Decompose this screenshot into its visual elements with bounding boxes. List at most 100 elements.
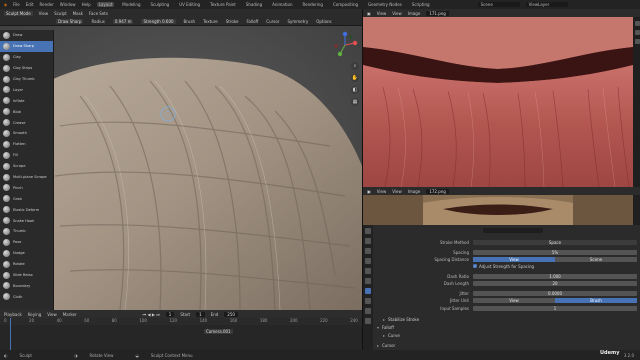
image-tool-icon-1[interactable] — [634, 21, 640, 26]
jitter-field[interactable]: 0.0000 — [473, 290, 637, 296]
viewlayer-selector[interactable]: ViewLayer — [525, 2, 568, 7]
workspace-tab-uv-editing[interactable]: UV Editing — [177, 2, 202, 7]
navigation-gizmo[interactable] — [330, 30, 360, 60]
spacing-distance-scene-option[interactable]: Scene — [555, 256, 637, 262]
brush-item[interactable]: Crease — [0, 117, 53, 128]
brush-item[interactable]: Boundary — [0, 280, 53, 291]
workspace-tab-modeling[interactable]: Modeling — [120, 2, 142, 7]
falloff-panel[interactable]: ▾ Falloff — [377, 324, 637, 330]
blender-logo-icon[interactable]: ◈ — [4, 2, 7, 7]
brush-item[interactable]: Clay — [0, 52, 53, 63]
start-frame-field[interactable]: 1 — [196, 311, 205, 317]
image2-name-field[interactable]: 172.png — [426, 188, 449, 194]
image-tool-icon-3[interactable] — [634, 39, 640, 44]
brush-item[interactable]: Pose — [0, 237, 53, 248]
camera-icon[interactable]: ◧ — [351, 86, 359, 94]
workspace-tab-geometry-nodes[interactable]: Geometry Nodes — [366, 2, 404, 7]
menu-window[interactable]: Window — [60, 2, 76, 7]
pan-hand-icon[interactable]: ✋ — [351, 74, 359, 82]
menu-view[interactable]: View — [39, 11, 49, 16]
workspace-tab-shading[interactable]: Shading — [244, 2, 264, 7]
workspace-tab-compositing[interactable]: Compositing — [331, 2, 360, 7]
brush-item[interactable]: Pinch — [0, 182, 53, 193]
brush-item[interactable]: Thumb — [0, 226, 53, 237]
brush-item[interactable]: Draw — [0, 30, 53, 41]
frame-ruler[interactable]: 0 20 40 60 80 100 120 140 160 180 200 220 240 — [0, 318, 362, 325]
zoom-icon[interactable]: ⌕ — [351, 62, 359, 70]
brush-item[interactable]: Slide Relax — [0, 270, 53, 281]
brush-item[interactable]: Flatten — [0, 139, 53, 150]
image2-menu-image[interactable]: Image — [408, 189, 421, 194]
current-frame-field[interactable]: 1 — [165, 311, 175, 317]
menu-file[interactable]: File — [13, 2, 20, 7]
workspace-tab-rendering[interactable]: Rendering — [301, 2, 325, 7]
image-editor-type-icon-2[interactable]: ▣ — [367, 189, 371, 194]
view-layer-tab-icon[interactable] — [365, 258, 371, 264]
adjust-strength-checkbox[interactable]: ✓ — [473, 264, 477, 268]
workspace-tab-texture-paint[interactable]: Texture Paint — [208, 2, 238, 7]
brush-item[interactable]: Multi-plane Scrape — [0, 172, 53, 183]
scene-tab-icon[interactable] — [365, 268, 371, 274]
active-tool-tab-icon[interactable] — [365, 288, 371, 294]
texture-panel-button[interactable]: Texture — [203, 19, 218, 24]
brush-item[interactable]: Inflate — [0, 95, 53, 106]
brush-item[interactable]: Clay Thumb — [0, 74, 53, 85]
timeline-menu-marker[interactable]: Marker — [63, 312, 77, 317]
3d-viewport[interactable] — [0, 26, 362, 310]
mode-selector[interactable]: Sculpt Mode — [4, 11, 33, 16]
falloff-panel-button[interactable]: Falloff — [246, 19, 258, 24]
properties-search-input[interactable] — [483, 228, 543, 233]
timeline-menu-view[interactable]: View — [47, 312, 57, 317]
world-tab-icon[interactable] — [365, 278, 371, 284]
input-samples-field[interactable]: 1 — [473, 305, 637, 311]
brush-item[interactable]: Clay Strips — [0, 63, 53, 74]
output-tab-icon[interactable] — [365, 248, 371, 254]
tool-tab-icon[interactable] — [365, 228, 371, 234]
menu-edit[interactable]: Edit — [26, 2, 34, 7]
jitter-unit-view-option[interactable]: View — [473, 297, 555, 303]
physics-tab-icon[interactable] — [365, 318, 371, 324]
workspace-tab-layout[interactable]: Layout — [96, 2, 115, 7]
timeline-menu-keying[interactable]: Keying — [28, 312, 41, 317]
stroke-method-dropdown[interactable]: Space — [473, 239, 637, 245]
workspace-tab-sculpting[interactable]: Sculpting — [149, 2, 172, 7]
menu-mask[interactable]: Mask — [73, 11, 83, 16]
cursor-panel-button[interactable]: Cursor — [266, 19, 279, 24]
brush-item[interactable]: Draw Sharp — [0, 40, 53, 52]
menu-face-sets[interactable]: Face Sets — [89, 11, 108, 16]
menu-sculpt[interactable]: Sculpt — [54, 11, 67, 16]
object-tab-icon[interactable] — [365, 298, 371, 304]
brush-item[interactable]: Elastic Deform — [0, 204, 53, 215]
grid-icon[interactable]: ▦ — [351, 98, 359, 106]
brush-item[interactable]: Grab — [0, 193, 53, 204]
image-menu-view[interactable]: View — [377, 11, 387, 16]
render-tab-icon[interactable] — [365, 238, 371, 244]
stabilize-stroke-panel[interactable]: ▸ Stabilize Stroke — [377, 316, 637, 322]
spacing-distance-view-option[interactable]: View — [473, 256, 555, 262]
brush-panel-button[interactable]: Brush — [184, 19, 196, 24]
cursor-panel[interactable]: ▸ Cursor — [377, 342, 637, 348]
image2-menu-view-2[interactable]: View — [392, 189, 402, 194]
brush-item[interactable]: Nudge — [0, 248, 53, 259]
radius-field[interactable]: 0.947 m — [112, 19, 134, 24]
spacing-field[interactable]: 5% — [473, 249, 637, 255]
brush-item[interactable]: Smooth — [0, 128, 53, 139]
image-tool-icon-2[interactable] — [634, 30, 640, 35]
options-panel-button[interactable]: Options — [316, 19, 331, 24]
brush-item[interactable]: Fill — [0, 150, 53, 161]
image-name-field[interactable]: 171.png — [426, 10, 449, 16]
face-reference-image[interactable] — [363, 195, 633, 225]
image-editor-type-icon[interactable]: ▣ — [367, 11, 371, 16]
brush-item[interactable]: Scrape — [0, 161, 53, 172]
playhead[interactable] — [10, 318, 11, 350]
workspace-tab-animation[interactable]: Animation — [270, 2, 294, 7]
stroke-panel-button[interactable]: Stroke — [226, 19, 239, 24]
scene-selector[interactable]: Scene — [477, 2, 520, 7]
play-controls-icon[interactable]: ⏮ ◀ ▶ ⏭ — [143, 312, 160, 317]
image2-menu-view[interactable]: View — [377, 189, 387, 194]
image-menu-view-2[interactable]: View — [392, 11, 402, 16]
menu-render[interactable]: Render — [40, 2, 54, 7]
strength-field[interactable]: Strength 0.600 — [141, 19, 176, 24]
jitter-unit-brush-option[interactable]: Brush — [555, 297, 637, 303]
curve-panel[interactable]: ▸ Curve — [377, 332, 637, 338]
